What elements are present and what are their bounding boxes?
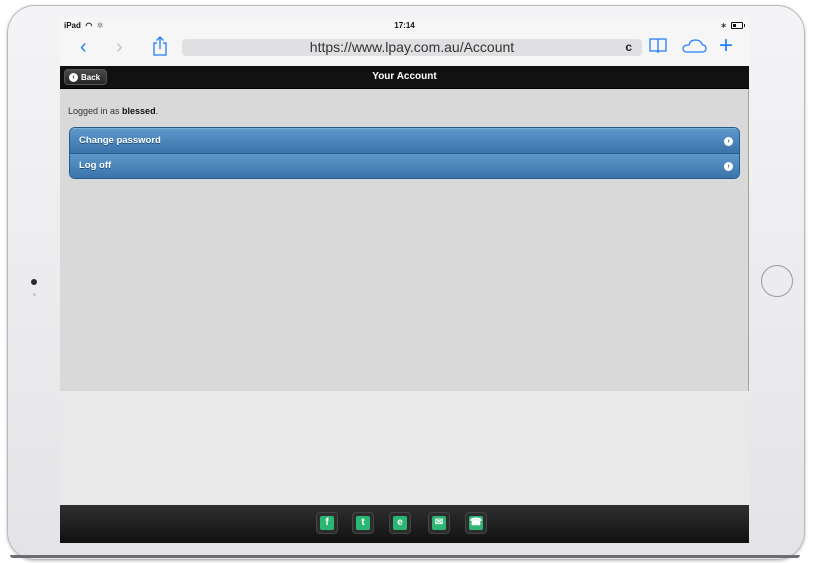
email-icon: ✉ <box>432 516 446 530</box>
web-icon: e <box>393 516 407 530</box>
status-right: ∗ <box>720 21 745 30</box>
change-password-label: Change password <box>79 135 161 146</box>
browser-toolbar: ‹ › https://www.lpay.com.au/Account c + <box>60 32 749 66</box>
reload-icon[interactable]: c <box>625 39 632 56</box>
page-background <box>60 391 749 505</box>
log-off-label: Log off <box>79 160 112 171</box>
cloud-tabs-icon[interactable] <box>681 38 707 54</box>
twitter-icon: t <box>356 516 370 530</box>
chevron-right-icon: › <box>724 137 733 146</box>
bluetooth-icon: ∗ <box>720 21 727 30</box>
facebook-button[interactable]: f <box>316 512 338 534</box>
bookmarks-icon[interactable] <box>648 37 668 55</box>
chevron-right-icon: › <box>724 162 733 171</box>
address-bar[interactable]: https://www.lpay.com.au/Account c <box>182 39 642 56</box>
battery-icon <box>731 22 745 29</box>
logged-in-text: Logged in as blessed. <box>68 106 158 116</box>
new-tab-icon[interactable]: + <box>719 31 733 61</box>
forward-arrow-icon[interactable]: › <box>116 34 123 60</box>
phone-button[interactable]: ☎ <box>465 512 487 534</box>
logged-suffix: . <box>155 106 159 116</box>
status-bar: iPad ◠ ✲ 17:14 ∗ <box>60 18 749 32</box>
page-title: Your Account <box>372 71 437 82</box>
sensor-dot <box>33 293 36 296</box>
logged-prefix: Logged in as <box>68 106 123 116</box>
facebook-icon: f <box>320 516 334 530</box>
twitter-button[interactable]: t <box>352 512 374 534</box>
ipad-bottom-edge <box>10 555 800 558</box>
url-text: https://www.lpay.com.au/Account <box>309 39 515 55</box>
footer-bar: f t e ✉ ☎ <box>60 505 749 543</box>
home-button[interactable] <box>761 265 793 297</box>
web-button[interactable]: e <box>389 512 411 534</box>
back-arrow-icon[interactable]: ‹ <box>80 34 87 60</box>
phone-icon: ☎ <box>469 516 483 530</box>
screen: iPad ◠ ✲ 17:14 ∗ ‹ › https://www.lpay.co… <box>60 18 749 543</box>
change-password-item[interactable]: Change password › <box>70 128 739 153</box>
camera-dot <box>31 279 37 285</box>
app-header: ‹ Back Your Account <box>60 66 749 89</box>
share-icon[interactable] <box>152 35 168 57</box>
account-menu: Change password › Log off › <box>69 127 740 179</box>
log-off-item[interactable]: Log off › <box>70 153 739 178</box>
status-time: 17:14 <box>394 21 415 30</box>
main-content: Logged in as blessed. Change password › … <box>60 89 749 391</box>
username: blessed <box>122 106 156 116</box>
email-button[interactable]: ✉ <box>428 512 450 534</box>
